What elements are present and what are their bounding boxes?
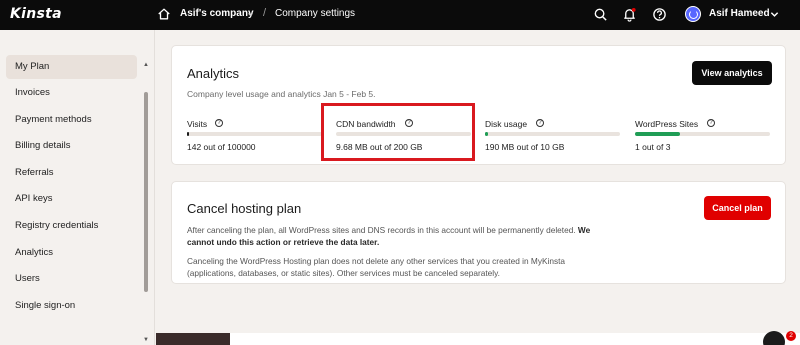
progress-bar xyxy=(485,132,620,136)
info-icon[interactable]: ? xyxy=(707,119,715,127)
progress-fill xyxy=(485,132,488,136)
sidebar-item-my-plan[interactable]: My Plan xyxy=(6,55,137,79)
scroll-up-icon[interactable]: ▲ xyxy=(143,62,149,68)
info-icon[interactable]: ? xyxy=(536,119,544,127)
cancel-plan-button[interactable]: Cancel plan xyxy=(704,196,771,220)
metric-value: 190 MB out of 10 GB xyxy=(485,142,565,152)
sidebar-item-invoices[interactable]: Invoices xyxy=(6,81,137,105)
sidebar-item-payment-methods[interactable]: Payment methods xyxy=(6,108,137,132)
cancel-warning-text: After canceling the plan, all WordPress … xyxy=(187,224,607,248)
highlight-box xyxy=(321,103,475,161)
sidebar-item-registry-credentials[interactable]: Registry credentials xyxy=(6,214,137,238)
analytics-card: Analytics Company level usage and analyt… xyxy=(171,45,786,165)
cancel-warning-normal: After canceling the plan, all WordPress … xyxy=(187,225,578,235)
progress-bar xyxy=(187,132,322,136)
kinsta-logo[interactable]: Kinsta xyxy=(10,6,62,22)
bell-icon[interactable] xyxy=(622,7,637,22)
chat-badge: 2 xyxy=(786,331,796,341)
sidebar-item-single-sign-on[interactable]: Single sign-on xyxy=(6,294,137,318)
cancel-hosting-title: Cancel hosting plan xyxy=(187,201,302,216)
sidebar-item-api-keys[interactable]: API keys xyxy=(6,187,137,211)
scrollbar-thumb[interactable] xyxy=(144,92,148,292)
progress-bar xyxy=(635,132,770,136)
cancel-hosting-card: Cancel hosting plan Cancel plan After ca… xyxy=(171,181,786,284)
company-switcher[interactable]: Asif's company xyxy=(180,8,254,19)
help-icon[interactable] xyxy=(652,7,667,22)
home-icon[interactable] xyxy=(157,7,171,21)
sidebar-item-referrals[interactable]: Referrals xyxy=(6,161,137,185)
sidebar-item-analytics[interactable]: Analytics xyxy=(6,241,137,265)
analytics-title: Analytics xyxy=(187,66,240,81)
scroll-down-icon[interactable]: ▼ xyxy=(143,337,149,343)
view-analytics-button[interactable]: View analytics xyxy=(692,61,772,85)
breadcrumb-separator: / xyxy=(263,7,267,19)
progress-fill xyxy=(187,132,189,136)
cancel-info-text: Canceling the WordPress Hosting plan doe… xyxy=(187,256,566,278)
sidebar-item-users[interactable]: Users xyxy=(6,267,137,291)
top-bar: Kinsta Asif's company / Company settings… xyxy=(0,0,800,30)
metric-value: 1 out of 3 xyxy=(635,142,671,152)
user-name[interactable]: Asif Hameed xyxy=(709,8,770,19)
bottom-banner-image xyxy=(156,333,230,345)
avatar[interactable] xyxy=(685,6,701,22)
bottom-card xyxy=(230,333,800,345)
search-icon[interactable] xyxy=(593,7,608,22)
chevron-down-icon[interactable] xyxy=(247,11,254,18)
sidebar: My Plan Invoices Payment methods Billing… xyxy=(0,30,155,345)
progress-fill xyxy=(635,132,680,136)
metric-value: 142 out of 100000 xyxy=(187,142,256,152)
metric-label: Visits xyxy=(187,119,208,129)
metric-label: WordPress Sites xyxy=(635,119,699,129)
metric-label: Disk usage xyxy=(485,119,528,129)
chevron-down-icon[interactable] xyxy=(770,10,779,19)
info-icon[interactable]: ? xyxy=(215,119,223,127)
breadcrumb-current-page: Company settings xyxy=(275,8,356,19)
analytics-subtitle: Company level usage and analytics Jan 5 … xyxy=(187,89,376,99)
sidebar-item-billing-details[interactable]: Billing details xyxy=(6,134,137,158)
